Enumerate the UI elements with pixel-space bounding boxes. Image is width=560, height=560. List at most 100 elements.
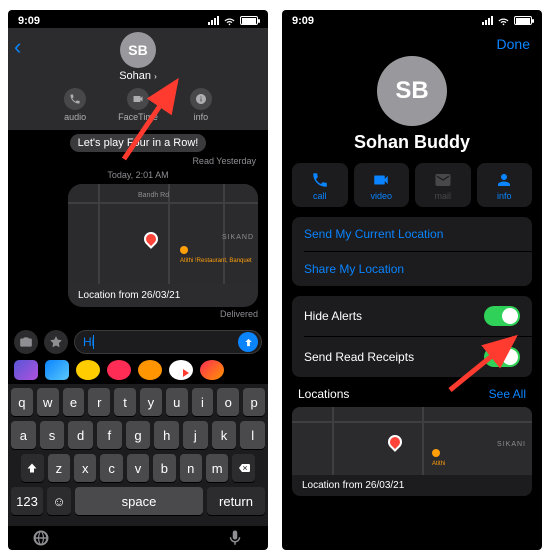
chat-body[interactable]: Let's play Four in a Row! Read Yesterday… bbox=[8, 130, 268, 326]
status-time: 9:09 bbox=[292, 15, 314, 27]
key-k[interactable]: k bbox=[212, 421, 237, 449]
call-button[interactable]: call bbox=[292, 163, 348, 207]
tutorial-composite: 9:09 ‹ SB Sohan › audio FaceTime bbox=[0, 0, 560, 560]
map-thumbnail: Bandh Rd SIKAND Atithi !Restaurant, Banq… bbox=[68, 184, 258, 284]
app-drawer-button[interactable] bbox=[44, 330, 68, 354]
key-c[interactable]: c bbox=[100, 454, 122, 482]
back-button[interactable]: ‹ bbox=[14, 34, 21, 60]
info-button[interactable]: info bbox=[477, 163, 533, 207]
key-u[interactable]: u bbox=[166, 388, 188, 416]
wifi-icon bbox=[497, 16, 510, 26]
app-strip[interactable] bbox=[8, 358, 268, 384]
status-bar: 9:09 bbox=[282, 10, 542, 28]
send-button[interactable] bbox=[238, 332, 258, 352]
key-z[interactable]: z bbox=[48, 454, 70, 482]
location-message[interactable]: Bandh Rd SIKAND Atithi !Restaurant, Banq… bbox=[68, 184, 258, 307]
key-x[interactable]: x bbox=[74, 454, 96, 482]
delivered-indicator: Delivered bbox=[18, 309, 258, 319]
conversation-header: ‹ SB Sohan › audio FaceTime info bbox=[8, 28, 268, 130]
locations-section-header: Locations See All bbox=[282, 387, 542, 401]
camera-button[interactable] bbox=[14, 330, 38, 354]
return-key[interactable]: return bbox=[207, 487, 265, 515]
key-q[interactable]: q bbox=[11, 388, 33, 416]
location-caption: Location from 26/03/21 bbox=[292, 475, 532, 496]
send-read-receipts-row: Send Read Receipts bbox=[292, 337, 532, 377]
keyboard-bottom-bar bbox=[8, 526, 268, 550]
camera-icon bbox=[19, 335, 33, 349]
key-i[interactable]: i bbox=[192, 388, 214, 416]
status-bar: 9:09 bbox=[8, 10, 268, 28]
key-y[interactable]: y bbox=[140, 388, 162, 416]
key-g[interactable]: g bbox=[126, 421, 151, 449]
mic-icon[interactable] bbox=[226, 529, 244, 547]
send-current-location-row[interactable]: Send My Current Location bbox=[292, 217, 532, 251]
battery-icon bbox=[240, 16, 258, 25]
globe-icon[interactable] bbox=[32, 529, 50, 547]
signal-icon bbox=[208, 16, 219, 25]
memoji-app-icon[interactable] bbox=[76, 360, 100, 380]
status-time: 9:09 bbox=[18, 15, 40, 27]
right-screenshot-contact-details: 9:09 Done SB Sohan Buddy call video mail… bbox=[282, 10, 542, 550]
hide-alerts-toggle[interactable] bbox=[484, 306, 520, 326]
backspace-icon bbox=[237, 462, 251, 474]
key-v[interactable]: v bbox=[127, 454, 149, 482]
numbers-key[interactable]: 123 bbox=[11, 487, 43, 515]
delete-key[interactable] bbox=[232, 454, 254, 482]
emoji-key[interactable]: ☺ bbox=[47, 487, 71, 515]
app-icon-generic[interactable] bbox=[200, 360, 224, 380]
location-caption: Location from 26/03/21 bbox=[68, 284, 258, 307]
key-m[interactable]: m bbox=[206, 454, 228, 482]
key-row-3: zxcvbnm bbox=[11, 454, 265, 482]
shift-key[interactable] bbox=[21, 454, 43, 482]
map-poi: Atithi !Restaurant, Banquet bbox=[180, 246, 252, 265]
video-button[interactable]: video bbox=[354, 163, 410, 207]
key-f[interactable]: f bbox=[97, 421, 122, 449]
share-my-location-row[interactable]: Share My Location bbox=[292, 252, 532, 286]
done-button[interactable]: Done bbox=[497, 36, 530, 52]
key-a[interactable]: a bbox=[11, 421, 36, 449]
map-poi: Atithi bbox=[432, 449, 445, 468]
location-thumbnail[interactable]: SIKANI Atithi Location from 26/03/21 bbox=[292, 407, 532, 496]
key-p[interactable]: p bbox=[243, 388, 265, 416]
left-screenshot-messages: 9:09 ‹ SB Sohan › audio FaceTime bbox=[8, 10, 268, 550]
read-receipts-toggle[interactable] bbox=[484, 347, 520, 367]
key-s[interactable]: s bbox=[40, 421, 65, 449]
mail-button[interactable]: mail bbox=[415, 163, 471, 207]
audio-button[interactable]: audio bbox=[64, 88, 86, 122]
key-l[interactable]: l bbox=[240, 421, 265, 449]
see-all-button[interactable]: See All bbox=[489, 387, 526, 401]
shift-icon bbox=[26, 462, 38, 474]
key-row-2: asdfghjkl bbox=[11, 421, 265, 449]
photos-app-icon[interactable] bbox=[14, 360, 38, 380]
wifi-icon bbox=[223, 16, 236, 26]
space-key[interactable]: space bbox=[75, 487, 203, 515]
key-e[interactable]: e bbox=[63, 388, 85, 416]
key-d[interactable]: d bbox=[68, 421, 93, 449]
contact-avatar[interactable]: SB bbox=[120, 32, 156, 68]
arrow-up-icon bbox=[243, 337, 254, 348]
appstore-icon bbox=[49, 335, 63, 349]
hide-alerts-row: Hide Alerts bbox=[292, 296, 532, 336]
youtube-app-icon[interactable] bbox=[169, 360, 193, 380]
appstore-app-icon[interactable] bbox=[45, 360, 69, 380]
keyboard: qwertyuiop asdfghjkl zxcvbnm 123 ☺ space… bbox=[8, 384, 268, 526]
key-o[interactable]: o bbox=[217, 388, 239, 416]
key-n[interactable]: n bbox=[180, 454, 202, 482]
phone-icon bbox=[69, 93, 81, 105]
key-h[interactable]: h bbox=[154, 421, 179, 449]
info-button[interactable]: info bbox=[190, 88, 212, 122]
contact-name-large: Sohan Buddy bbox=[282, 132, 542, 153]
key-t[interactable]: t bbox=[114, 388, 136, 416]
music-app-icon[interactable] bbox=[107, 360, 131, 380]
key-w[interactable]: w bbox=[37, 388, 59, 416]
contact-avatar-large[interactable]: SB bbox=[377, 56, 447, 126]
key-b[interactable]: b bbox=[153, 454, 175, 482]
message-bubble[interactable]: Let's play Four in a Row! bbox=[70, 134, 207, 152]
key-j[interactable]: j bbox=[183, 421, 208, 449]
key-r[interactable]: r bbox=[88, 388, 110, 416]
message-input-row: Hi bbox=[8, 326, 268, 358]
message-text-input[interactable]: Hi bbox=[74, 330, 262, 354]
contact-name[interactable]: Sohan bbox=[119, 70, 151, 82]
facetime-button[interactable]: FaceTime bbox=[118, 88, 158, 122]
sticker-app-icon[interactable] bbox=[138, 360, 162, 380]
